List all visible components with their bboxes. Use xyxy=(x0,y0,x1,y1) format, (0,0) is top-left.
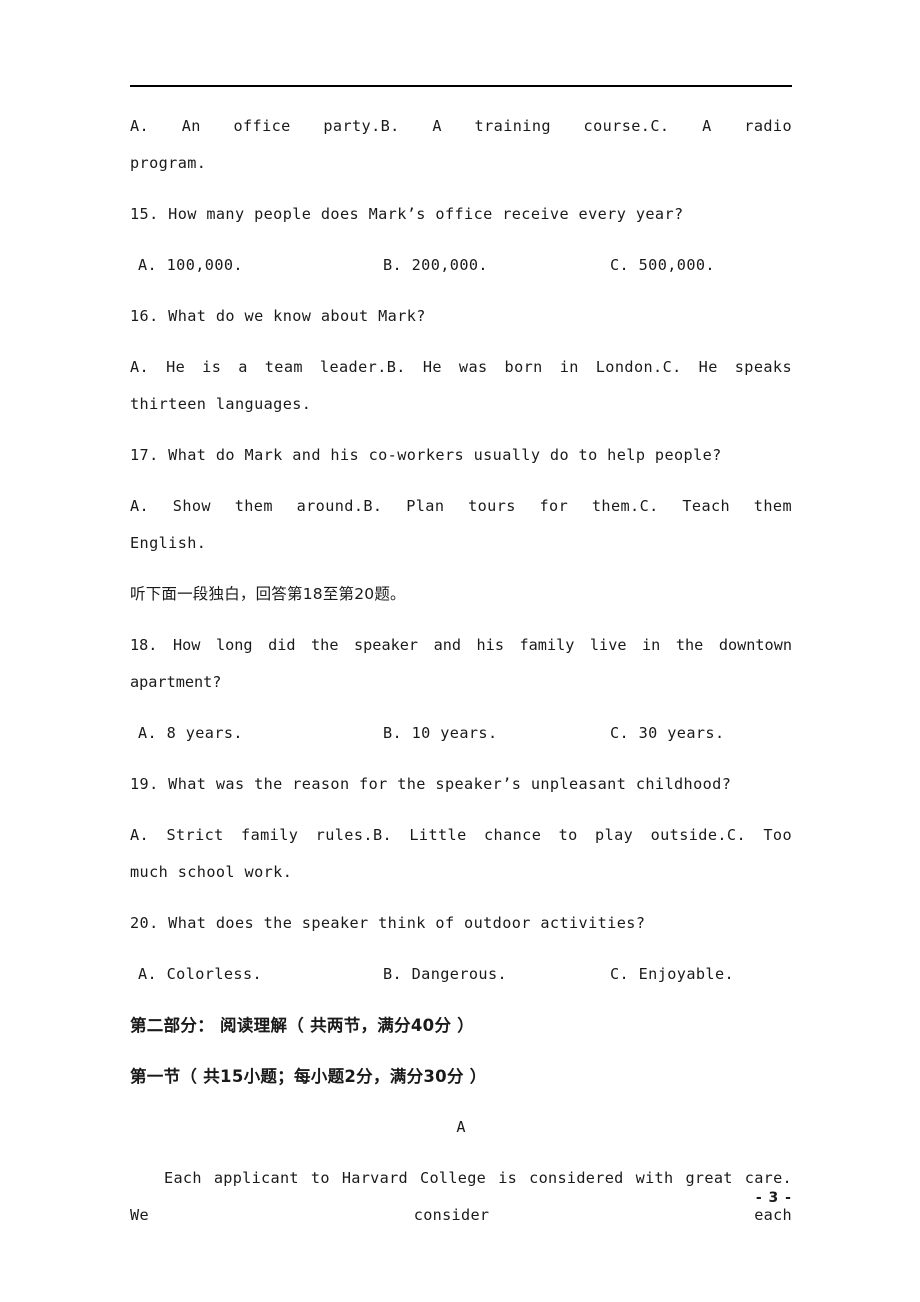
option-a-label: A. An office party. xyxy=(130,117,381,135)
page-body: A. An office party.B. A training course.… xyxy=(130,108,792,1234)
option-a-label: A. Strict family rules. xyxy=(130,826,373,844)
question-17-options: A. Show them around.B. Plan tours for th… xyxy=(130,488,792,525)
question-14-options-line: A. An office party.B. A training course.… xyxy=(130,108,792,145)
question-19-option-c-wrap: much school work. xyxy=(130,863,293,881)
question-18-stem: 18. How long did the speaker and his fam… xyxy=(130,636,792,691)
question-20-stem: 20. What does the speaker think of outdo… xyxy=(130,914,646,932)
question-16-option-c-wrap: thirteen languages. xyxy=(130,395,312,413)
question-19-stem: 19. What was the reason for the speaker’… xyxy=(130,775,732,793)
option-c-label: C. Too xyxy=(726,826,792,844)
question-17-option-c-wrap: English. xyxy=(130,534,207,552)
option-b-label: B. A training course. xyxy=(380,117,651,135)
option-c-label: C. 30 years. xyxy=(610,724,725,742)
option-c-label: C. He speaks xyxy=(662,358,792,376)
option-a-label: A. Show them around. xyxy=(130,497,364,515)
question-17-stem: 17. What do Mark and his co-workers usua… xyxy=(130,446,722,464)
passage-paragraph: Each applicant to Harvard College is con… xyxy=(130,1169,792,1224)
option-b-label: B. Plan tours for them. xyxy=(363,497,640,515)
question-15-stem: 15. How many people does Mark’s office r… xyxy=(130,205,684,223)
option-a-label: A. Colorless. xyxy=(138,965,263,983)
question-16-stem: 16. What do we know about Mark? xyxy=(130,307,426,325)
option-a-label: A. 100,000. xyxy=(138,256,243,274)
passage-label-a: A xyxy=(456,1118,466,1136)
option-c-label: C. Teach them xyxy=(639,497,792,515)
option-b-label: B. Dangerous. xyxy=(383,965,508,983)
option-c-label: C. Enjoyable. xyxy=(610,965,735,983)
option-b-label: B. Little chance to play outside. xyxy=(372,826,727,844)
header-rule xyxy=(130,85,792,87)
reading-subsection-heading: 第一节（ 共15小题；每小题2分，满分30分 ） xyxy=(130,1067,487,1086)
question-15-options: A. 100,000. B. 200,000. C. 500,000. xyxy=(130,247,792,284)
option-b-label: B. 200,000. xyxy=(383,256,488,274)
exam-page: A. An office party.B. A training course.… xyxy=(0,0,920,1302)
question-20-options: A. Colorless. B. Dangerous. C. Enjoyable… xyxy=(130,956,792,993)
page-number: - 3 - xyxy=(755,1190,792,1206)
option-a-label: A. He is a team leader. xyxy=(130,358,387,376)
option-b-label: B. He was born in London. xyxy=(386,358,663,376)
question-16-options: A. He is a team leader.B. He was born in… xyxy=(130,349,792,386)
monologue-instruction: 听下面一段独白，回答第18至第20题。 xyxy=(130,585,406,603)
question-14-option-c-wrap: program. xyxy=(130,154,207,172)
option-c-label: C. 500,000. xyxy=(610,256,715,274)
option-c-label: C. A radio xyxy=(650,117,792,135)
reading-part-heading: 第二部分： 阅读理解（ 共两节，满分40分 ） xyxy=(130,1016,475,1035)
option-a-label: A. 8 years. xyxy=(138,724,243,742)
option-b-label: B. 10 years. xyxy=(383,724,498,742)
question-18-options: A. 8 years. B. 10 years. C. 30 years. xyxy=(130,715,792,752)
question-19-options: A. Strict family rules.B. Little chance … xyxy=(130,817,792,854)
